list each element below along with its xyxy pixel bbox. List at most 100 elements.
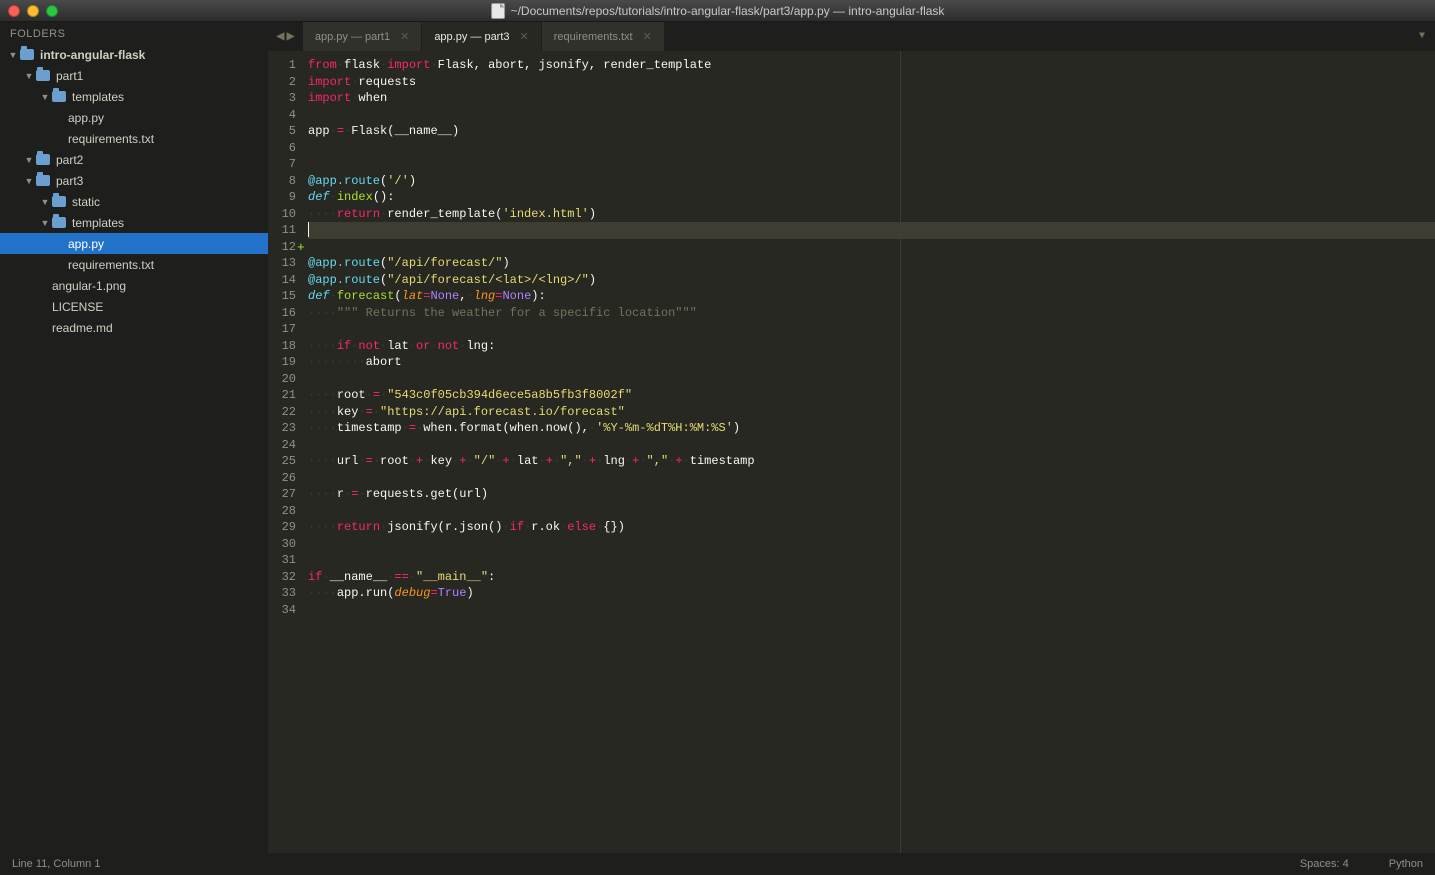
status-cursor-position[interactable]: Line 11, Column 1 xyxy=(12,858,100,870)
code-line[interactable]: ····return·render_template('index.html') xyxy=(308,206,1435,223)
code-line[interactable]: if·__name__·==·"__main__": xyxy=(308,569,1435,586)
code-line[interactable]: ····root·=·"543c0f05cb394d6ece5a8b5fb3f8… xyxy=(308,387,1435,404)
line-number: 11 xyxy=(268,222,296,239)
code-line[interactable] xyxy=(308,321,1435,338)
tree-item-label: requirements.txt xyxy=(68,132,154,146)
line-number: 30 xyxy=(268,536,296,553)
disclosure-arrow-icon[interactable]: ▼ xyxy=(24,155,34,165)
folder-tree-item[interactable]: ▼part2 xyxy=(0,149,268,170)
file-tree-item[interactable]: requirements.txt xyxy=(0,254,268,275)
tree-item-label: app.py xyxy=(68,111,104,125)
line-number: 2 xyxy=(268,74,296,91)
code-line[interactable] xyxy=(308,222,1435,239)
code-line[interactable]: ········abort xyxy=(308,354,1435,371)
code-line[interactable] xyxy=(308,140,1435,157)
tab-bar: ◀ ▶ app.py — part1✕app.py — part3✕requir… xyxy=(268,22,1435,51)
editor-tab[interactable]: app.py — part1✕ xyxy=(303,22,422,51)
file-icon xyxy=(491,3,505,19)
code-line[interactable]: ····""" Returns the weather for a specif… xyxy=(308,305,1435,322)
line-number: 29 xyxy=(268,519,296,536)
line-number: 16 xyxy=(268,305,296,322)
line-number: 1 xyxy=(268,57,296,74)
code-line[interactable] xyxy=(308,503,1435,520)
tree-item-label: templates xyxy=(72,90,124,104)
file-tree-item[interactable]: LICENSE xyxy=(0,296,268,317)
code-line[interactable] xyxy=(308,371,1435,388)
line-number: 28 xyxy=(268,503,296,520)
folder-tree-item[interactable]: ▼templates xyxy=(0,212,268,233)
code-line[interactable] xyxy=(308,156,1435,173)
tab-close-icon[interactable]: ✕ xyxy=(400,30,409,43)
code-line[interactable]: ····return·jsonify(r.json()·if·r.ok·else… xyxy=(308,519,1435,536)
folder-tree[interactable]: ▼intro-angular-flask▼part1▼templatesapp.… xyxy=(0,44,268,853)
code-line[interactable]: ····url·=·root·+·key·+·"/"·+·lat·+·","·+… xyxy=(308,453,1435,470)
code-line[interactable]: ····key·=·"https://api.forecast.io/forec… xyxy=(308,404,1435,421)
tab-nav-back-icon[interactable]: ◀ xyxy=(276,28,284,45)
editor-tab[interactable]: requirements.txt✕ xyxy=(542,22,665,51)
tab-close-icon[interactable]: ✕ xyxy=(520,30,529,43)
code-line[interactable]: ····if·not·lat·or·not·lng: xyxy=(308,338,1435,355)
line-number: 18 xyxy=(268,338,296,355)
disclosure-arrow-icon[interactable]: ▼ xyxy=(24,176,34,186)
tree-item-label: readme.md xyxy=(52,321,113,335)
line-number: 20 xyxy=(268,371,296,388)
code-line[interactable] xyxy=(308,536,1435,553)
status-bar: Line 11, Column 1 Spaces: 4 Python xyxy=(0,853,1435,875)
disclosure-arrow-icon[interactable]: ▼ xyxy=(24,71,34,81)
folder-tree-item[interactable]: ▼ static xyxy=(0,191,268,212)
file-tree-item[interactable]: readme.md xyxy=(0,317,268,338)
line-number: 4 xyxy=(268,107,296,124)
file-tree-item[interactable]: requirements.txt xyxy=(0,128,268,149)
code-lines[interactable]: from·flask·import·Flask, abort, jsonify,… xyxy=(304,51,1435,853)
code-line[interactable]: import·requests xyxy=(308,74,1435,91)
tab-overflow-icon[interactable]: ▼ xyxy=(1409,22,1435,51)
code-line[interactable]: @app.route('/') xyxy=(308,173,1435,190)
code-line[interactable]: ····timestamp·=·when.format(when.now(),·… xyxy=(308,420,1435,437)
code-line[interactable]: from·flask·import·Flask, abort, jsonify,… xyxy=(308,57,1435,74)
code-line[interactable]: + xyxy=(308,239,1435,256)
tree-item-label: LICENSE xyxy=(52,300,103,314)
code-line[interactable] xyxy=(308,602,1435,619)
tab-nav-forward-icon[interactable]: ▶ xyxy=(286,28,294,45)
window-minimize-button[interactable] xyxy=(27,5,39,17)
dirty-marker-icon: + xyxy=(297,240,305,257)
file-tree-item[interactable]: app.py xyxy=(0,107,268,128)
folder-tree-item[interactable]: ▼ templates xyxy=(0,86,268,107)
tree-item-label: angular-1.png xyxy=(52,279,126,293)
code-line[interactable]: app·=·Flask(__name__) xyxy=(308,123,1435,140)
code-line[interactable] xyxy=(308,552,1435,569)
disclosure-arrow-icon[interactable]: ▼ xyxy=(40,218,50,228)
tab-close-icon[interactable]: ✕ xyxy=(643,30,652,43)
line-number: 32 xyxy=(268,569,296,586)
line-number: 6 xyxy=(268,140,296,157)
code-line[interactable]: import·when xyxy=(308,90,1435,107)
tree-item-label: static xyxy=(72,195,100,209)
code-line[interactable]: def·forecast(lat=None,·lng=None): xyxy=(308,288,1435,305)
folder-tree-item[interactable]: ▼part1 xyxy=(0,65,268,86)
file-tree-item[interactable]: angular-1.png xyxy=(0,275,268,296)
code-line[interactable] xyxy=(308,470,1435,487)
code-line[interactable]: ····app.run(debug=True) xyxy=(308,585,1435,602)
line-number: 15 xyxy=(268,288,296,305)
folder-tree-item[interactable]: ▼part3 xyxy=(0,170,268,191)
code-line[interactable]: @app.route("/api/forecast/<lat>/<lng>/") xyxy=(308,272,1435,289)
status-indent[interactable]: Spaces: 4 xyxy=(1300,858,1349,870)
code-line[interactable] xyxy=(308,437,1435,454)
folder-tree-item[interactable]: ▼ intro-angular-flask xyxy=(0,44,268,65)
disclosure-arrow-icon[interactable]: ▼ xyxy=(8,50,18,60)
file-tree-item[interactable]: app.py xyxy=(0,233,268,254)
code-line[interactable] xyxy=(308,107,1435,124)
tree-item-label: intro-angular-flask xyxy=(40,48,145,62)
window-close-button[interactable] xyxy=(8,5,20,17)
status-language[interactable]: Python xyxy=(1389,858,1423,870)
code-line[interactable]: def·index(): xyxy=(308,189,1435,206)
disclosure-arrow-icon[interactable]: ▼ xyxy=(40,197,50,207)
code-line[interactable]: @app.route("/api/forecast/") xyxy=(308,255,1435,272)
code-editor[interactable]: 1234567891011121314151617181920212223242… xyxy=(268,51,1435,853)
editor-tab[interactable]: app.py — part3✕ xyxy=(422,22,541,51)
line-number: 12 xyxy=(268,239,296,256)
window-maximize-button[interactable] xyxy=(46,5,58,17)
disclosure-arrow-icon[interactable]: ▼ xyxy=(40,92,50,102)
folder-icon xyxy=(52,91,66,102)
code-line[interactable]: ····r·=·requests.get(url) xyxy=(308,486,1435,503)
